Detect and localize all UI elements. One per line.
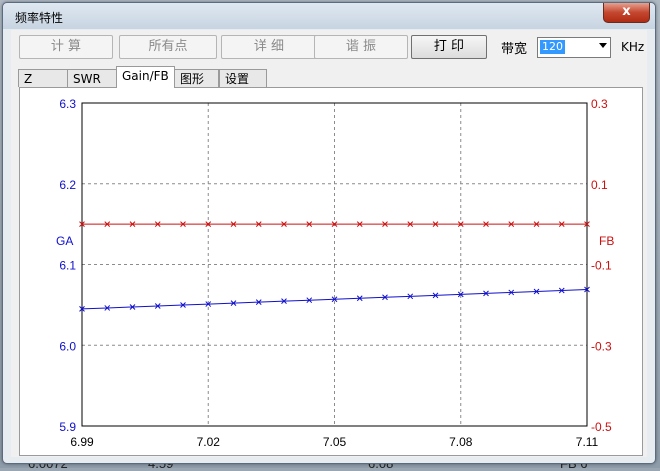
tab-graph[interactable]: 图形: [174, 69, 219, 87]
y-right-tick-label: 0.3: [591, 97, 608, 111]
chevron-down-icon[interactable]: [599, 43, 607, 48]
y-right-tick-label: -0.1: [591, 259, 612, 273]
print-button[interactable]: 打 印: [411, 35, 487, 59]
window-title: 频率特性: [15, 11, 64, 25]
tab-z[interactable]: Z: [18, 69, 68, 87]
x-tick-label: 7.02: [197, 435, 221, 449]
y-left-axis-label: GA: [56, 234, 73, 248]
title-bar[interactable]: 频率特性 x: [3, 3, 655, 29]
frequency-characteristic-window: 频率特性 x 计 算 所有点 详 细 谐 振 打 印 带宽 120 KHz Z …: [2, 2, 656, 464]
x-tick-label: 6.99: [70, 435, 94, 449]
tab-gain-fb[interactable]: Gain/FB: [116, 66, 175, 88]
bandwidth-select[interactable]: 120: [537, 37, 611, 58]
close-button[interactable]: x: [603, 3, 650, 23]
y-left-tick-label: 6.1: [59, 259, 76, 273]
calculate-button[interactable]: 计 算: [19, 35, 113, 59]
close-icon: x: [622, 4, 631, 19]
chart-panel: 6.99 7.02 7.05 7.08 7.11 6.3 6.2 6.1 6.0 5.9 0.3 0.…: [19, 87, 643, 456]
bandwidth-unit: KHz: [621, 40, 645, 54]
y-left-tick-label: 6.0: [59, 339, 76, 353]
y-left-tick-label: 6.2: [59, 178, 76, 192]
x-tick-label: 7.08: [449, 435, 473, 449]
y-right-axis-label: FB: [599, 234, 614, 248]
details-button[interactable]: 详 细: [221, 35, 317, 59]
y-right-tick-label: 0.1: [591, 178, 608, 192]
window-client: 计 算 所有点 详 细 谐 振 打 印 带宽 120 KHz Z SWR Gai…: [11, 30, 647, 457]
y-right-tick-label: -0.5: [591, 420, 612, 434]
tab-swr[interactable]: SWR: [67, 69, 117, 87]
gain-fb-chart: 6.99 7.02 7.05 7.08 7.11 6.3 6.2 6.1 6.0 5.9 0.3 0.…: [56, 97, 614, 449]
x-tick-label: 7.11: [576, 435, 599, 449]
tab-settings[interactable]: 设置: [219, 69, 267, 87]
y-right-tick-label: -0.3: [591, 339, 612, 353]
x-tick-label: 7.05: [323, 435, 347, 449]
bandwidth-label: 带宽: [501, 42, 528, 57]
resonance-button[interactable]: 谐 振: [314, 35, 408, 59]
y-left-tick-label: 6.3: [59, 97, 76, 111]
all-points-button[interactable]: 所有点: [119, 35, 217, 59]
y-left-tick-label: 5.9: [59, 420, 76, 434]
bandwidth-value: 120: [540, 40, 565, 54]
